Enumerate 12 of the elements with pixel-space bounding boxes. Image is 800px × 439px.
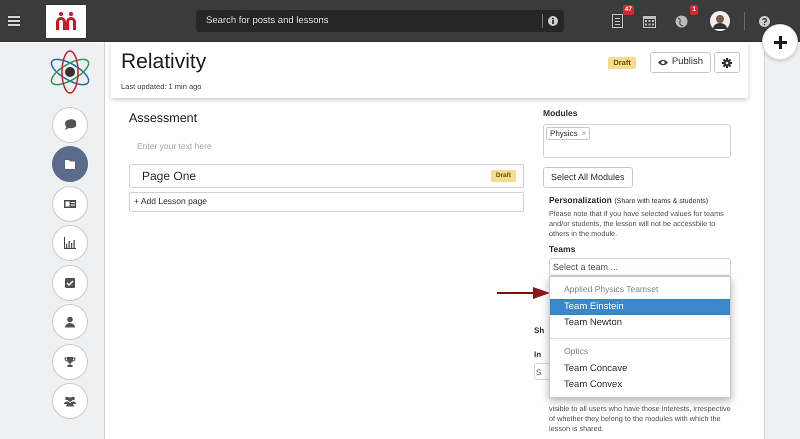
- teams-label: Teams: [549, 243, 576, 256]
- lesson-title: Relativity: [121, 49, 206, 75]
- personalization-label: Personalization: [549, 194, 612, 205]
- group-header: Optics: [563, 344, 590, 358]
- page-title: Page One: [142, 168, 196, 184]
- section-heading: Assessment: [129, 110, 198, 127]
- section-label: Sh: [534, 325, 544, 337]
- modules-label: Modules: [543, 107, 578, 120]
- group-header: Applied Physics Teamset: [563, 283, 660, 296]
- section-label: In: [534, 349, 542, 361]
- tag-label: Physics: [550, 128, 578, 140]
- field-text: S: [536, 368, 542, 377]
